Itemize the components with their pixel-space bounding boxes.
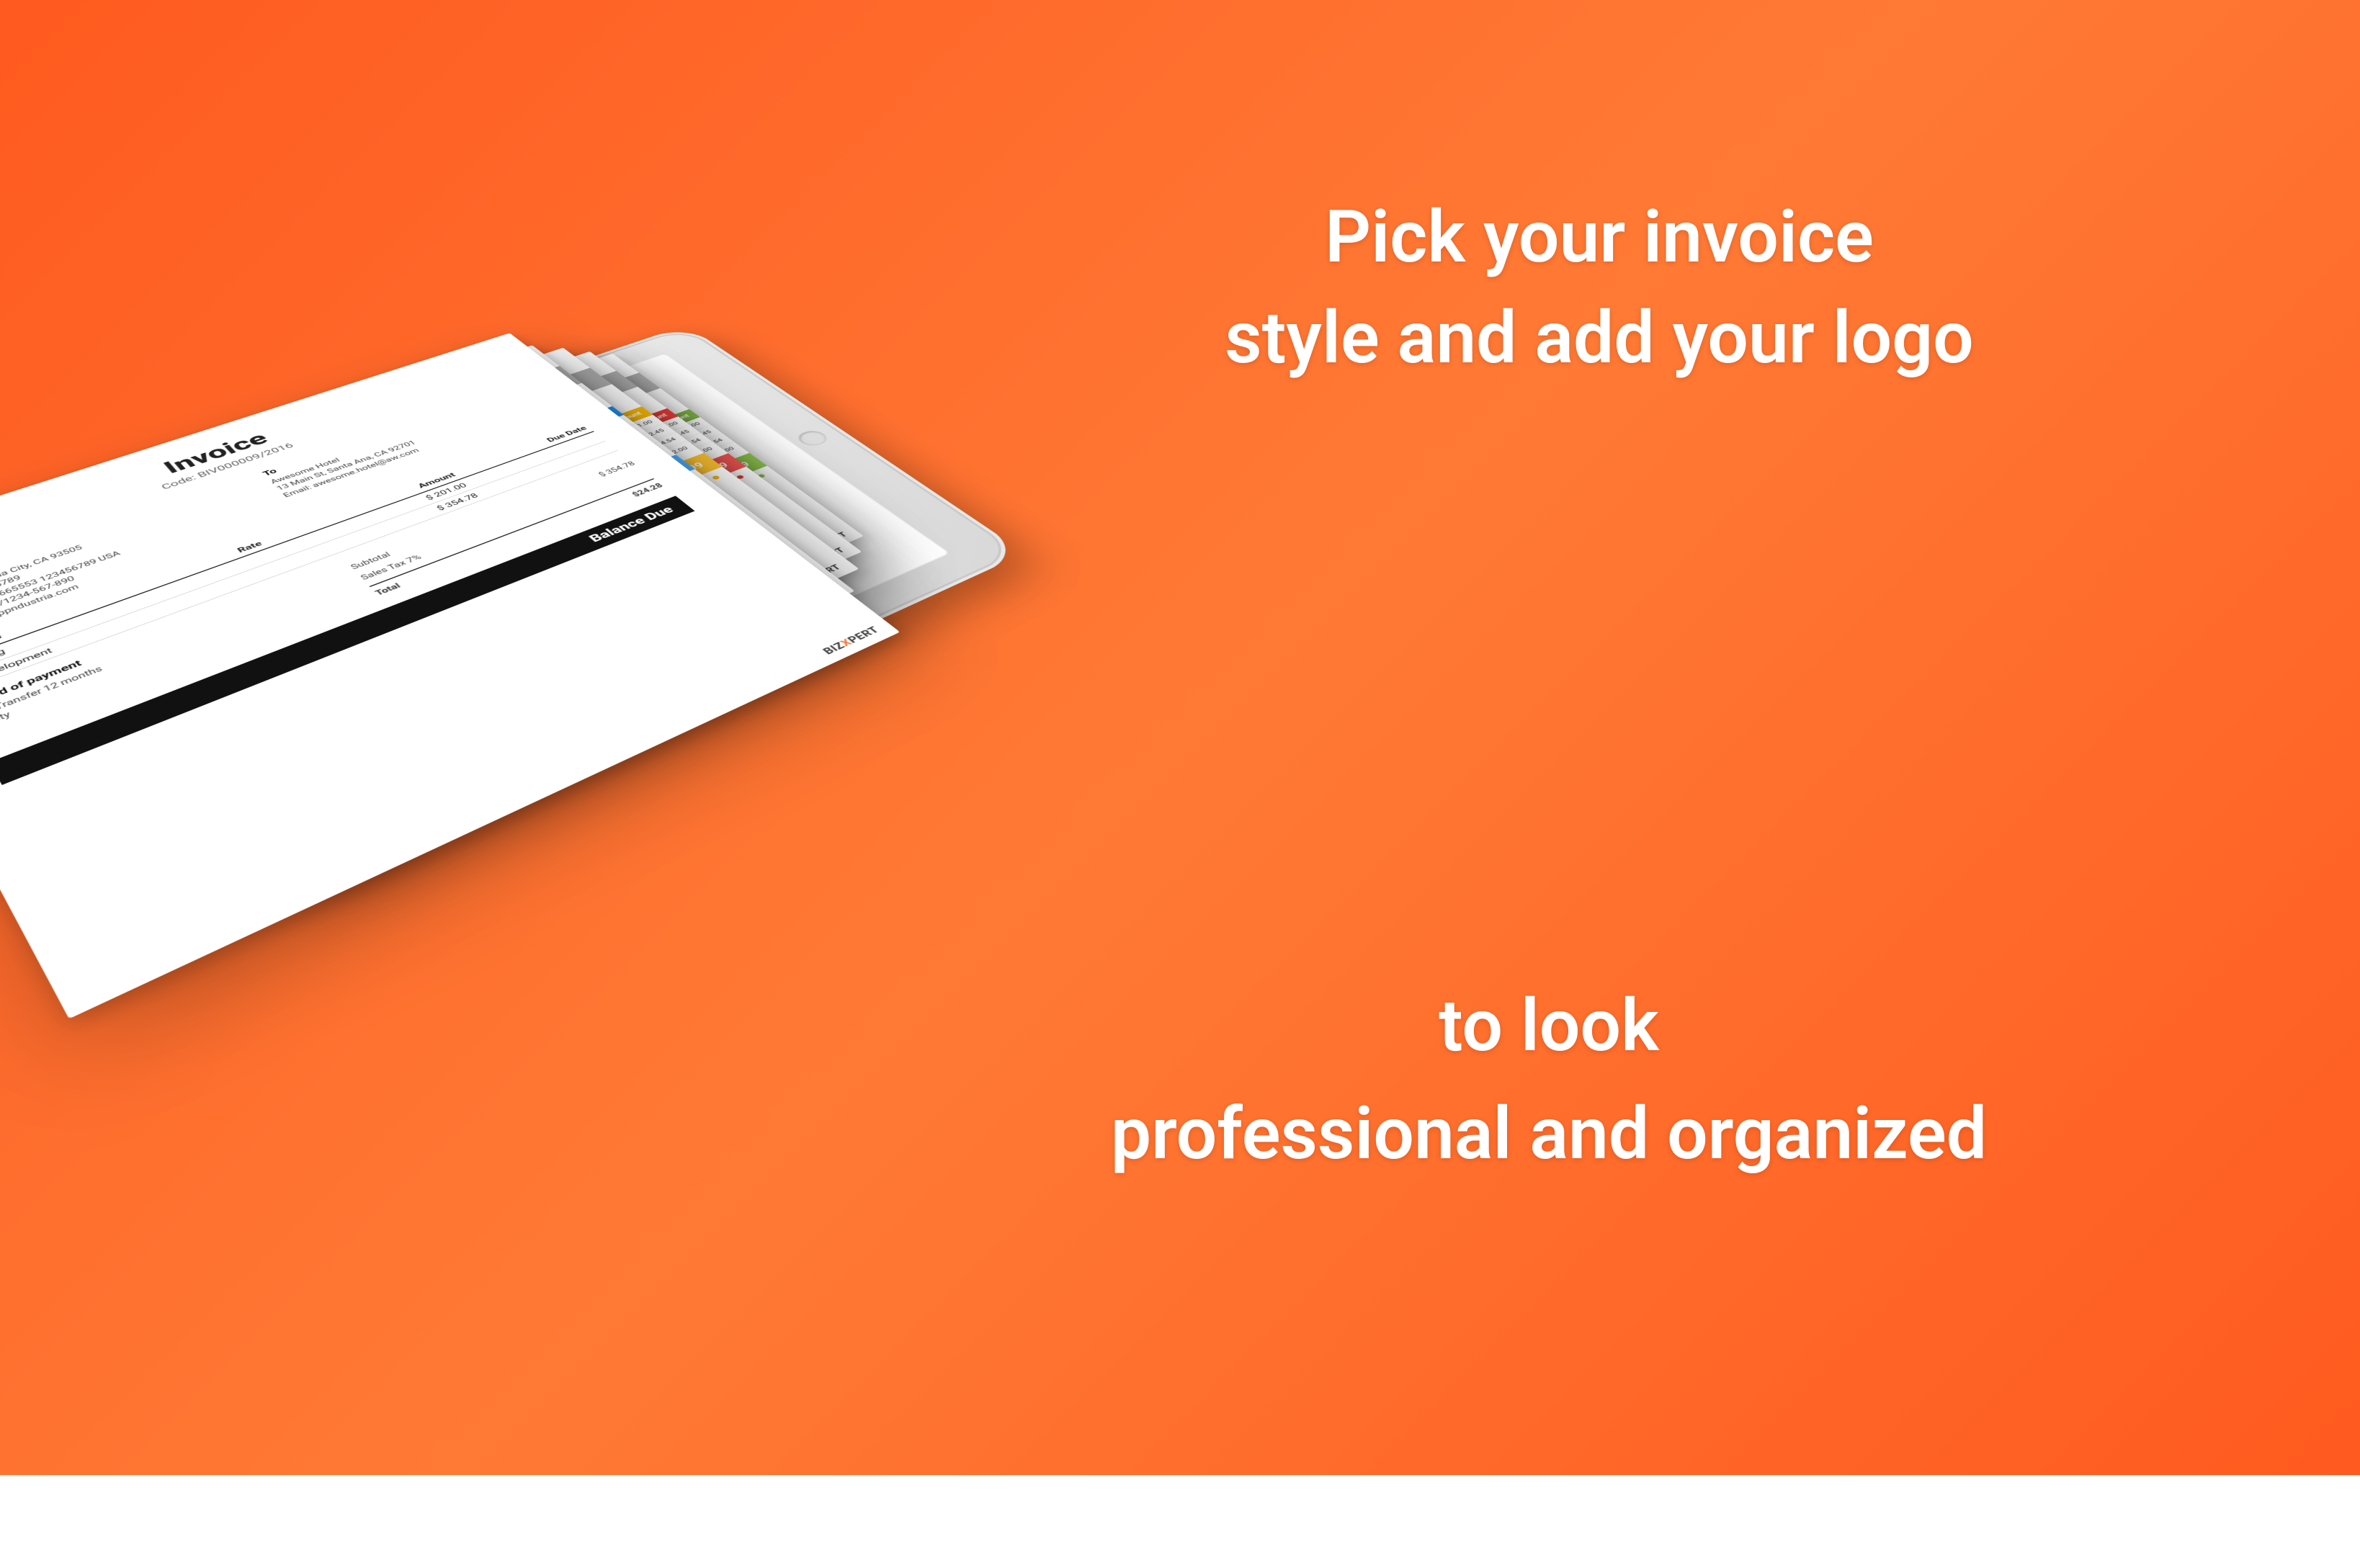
footer-brand: BIZXPERT xyxy=(821,624,882,656)
home-button-icon xyxy=(795,429,831,447)
illustration-scene: Invoice BIZXPERTS GRAND FLOWER SHOP From… xyxy=(0,29,1297,1253)
brand-post: PERT xyxy=(845,624,882,645)
total-value: $24.28 xyxy=(630,482,666,499)
tax-value xyxy=(641,469,649,475)
total-label: Total xyxy=(373,581,403,598)
